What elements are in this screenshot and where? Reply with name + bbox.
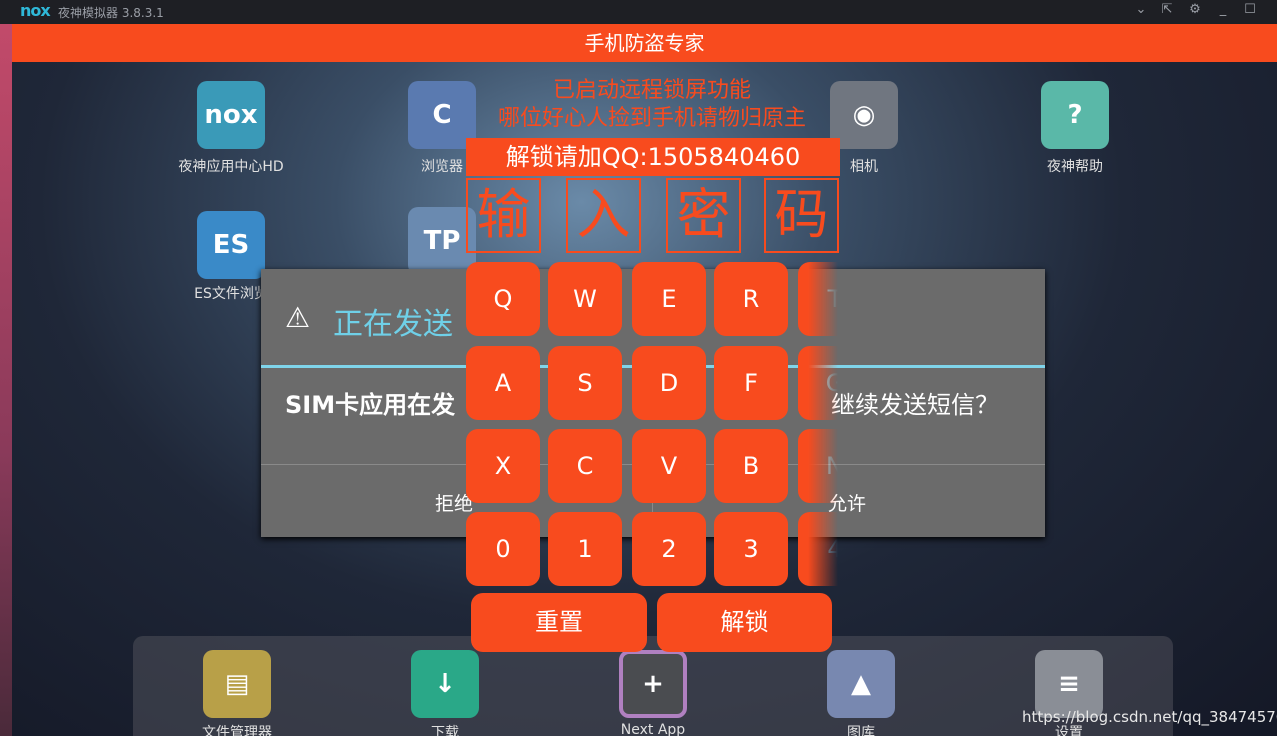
key-c[interactable]: C [548,429,622,503]
dock-label: 下载 [431,725,459,736]
dropdown-icon[interactable]: ⌄ [1132,2,1150,17]
watermark: https://blog.csdn.net/qq_38474570 [1022,708,1277,726]
key-q[interactable]: Q [466,262,540,336]
warning-icon: ⚠ [285,301,311,334]
dialog-message-end: 继续发送短信？ [831,391,999,419]
key-g[interactable]: G [798,346,838,420]
password-char-box: 入 [566,178,641,253]
return-notice: 哪位好心人捡到手机请物归原主 [497,106,806,131]
qq-contact-label: 解锁请加QQ:1505840460 [466,138,840,176]
unlock-button[interactable]: 解锁 [657,593,832,652]
dock-label: 文件管理器 [202,725,272,736]
minimize-button[interactable]: _ [1214,2,1232,17]
key-f[interactable]: F [714,346,788,420]
emulator-screen: nox 夜神应用中心HD C 浏览器 ◉ 相机 ? 夜神帮助 ES ES文件浏览… [12,24,1277,736]
key-s[interactable]: S [548,346,622,420]
key-x[interactable]: X [466,429,540,503]
reset-button[interactable]: 重置 [471,593,647,652]
dialog-message-start: SIM卡应用在发 [285,391,456,419]
download-icon[interactable]: ↓ [411,650,479,718]
key-t[interactable]: T [798,262,838,336]
next-app-icon[interactable]: + [619,650,687,718]
help-icon[interactable]: ? [1041,81,1109,149]
key-a[interactable]: A [466,346,540,420]
key-n[interactable]: N [798,429,838,503]
dock-label: Next App [620,722,686,736]
key-w[interactable]: W [548,262,622,336]
key-e[interactable]: E [632,262,706,336]
password-char-box: 密 [666,178,741,253]
title-bar: nox 夜神模拟器 3.8.3.1 ⌄ ⇱ ⚙ _ ☐ [0,0,1277,24]
key-b[interactable]: B [714,429,788,503]
file-manager-icon[interactable]: ▤ [203,650,271,718]
background-window-strip [0,24,12,736]
key-2[interactable]: 2 [632,512,706,586]
key-r[interactable]: R [714,262,788,336]
nox-logo: nox [20,1,51,20]
icon-label: 夜神帮助 [1047,159,1103,175]
dialog-title: 正在发送 [333,307,453,342]
keypad: QWERT ASDFG XCVBN 01234 [466,262,838,592]
gallery-icon[interactable]: ▲ [827,650,895,718]
key-d[interactable]: D [632,346,706,420]
key-v[interactable]: V [632,429,706,503]
window-title: 夜神模拟器 3.8.3.1 [58,6,164,20]
es-file-explorer-icon[interactable]: ES [197,211,265,279]
dock-label: 图库 [847,725,875,736]
password-char-box: 输 [466,178,541,253]
pin-icon[interactable]: ⇱ [1158,2,1176,17]
icon-label: 夜神应用中心HD [178,159,284,175]
maximize-button[interactable]: ☐ [1241,2,1259,17]
key-3[interactable]: 3 [714,512,788,586]
key-0[interactable]: 0 [466,512,540,586]
key-4[interactable]: 4 [798,512,838,586]
nox-app-center-icon[interactable]: nox [197,81,265,149]
app-header: 手机防盗专家 [12,24,1277,62]
key-1[interactable]: 1 [548,512,622,586]
gear-icon[interactable]: ⚙ [1186,2,1204,17]
password-char-box: 码 [764,178,839,253]
